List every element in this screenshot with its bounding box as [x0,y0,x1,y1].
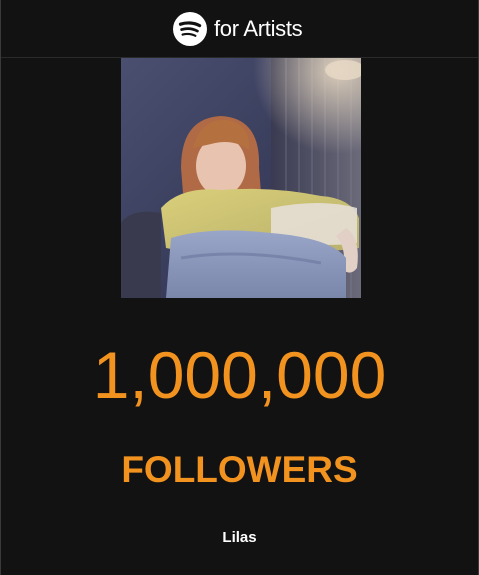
spotify-logo-icon [173,12,207,46]
artist-name: Lilas [222,529,257,546]
spotify-for-artists-logo: for Artists [173,12,303,46]
follower-label: FOLLOWERS [121,449,358,490]
brand-text: for Artists [214,16,303,41]
header-bar: for Artists [1,0,478,58]
artist-photo [121,58,361,298]
milestone-card: for Artists 1,000,000 FOLLOWERS Lilas [0,0,479,575]
follower-count: 1,000,000 [92,338,387,412]
artist-photo-image [121,58,361,298]
